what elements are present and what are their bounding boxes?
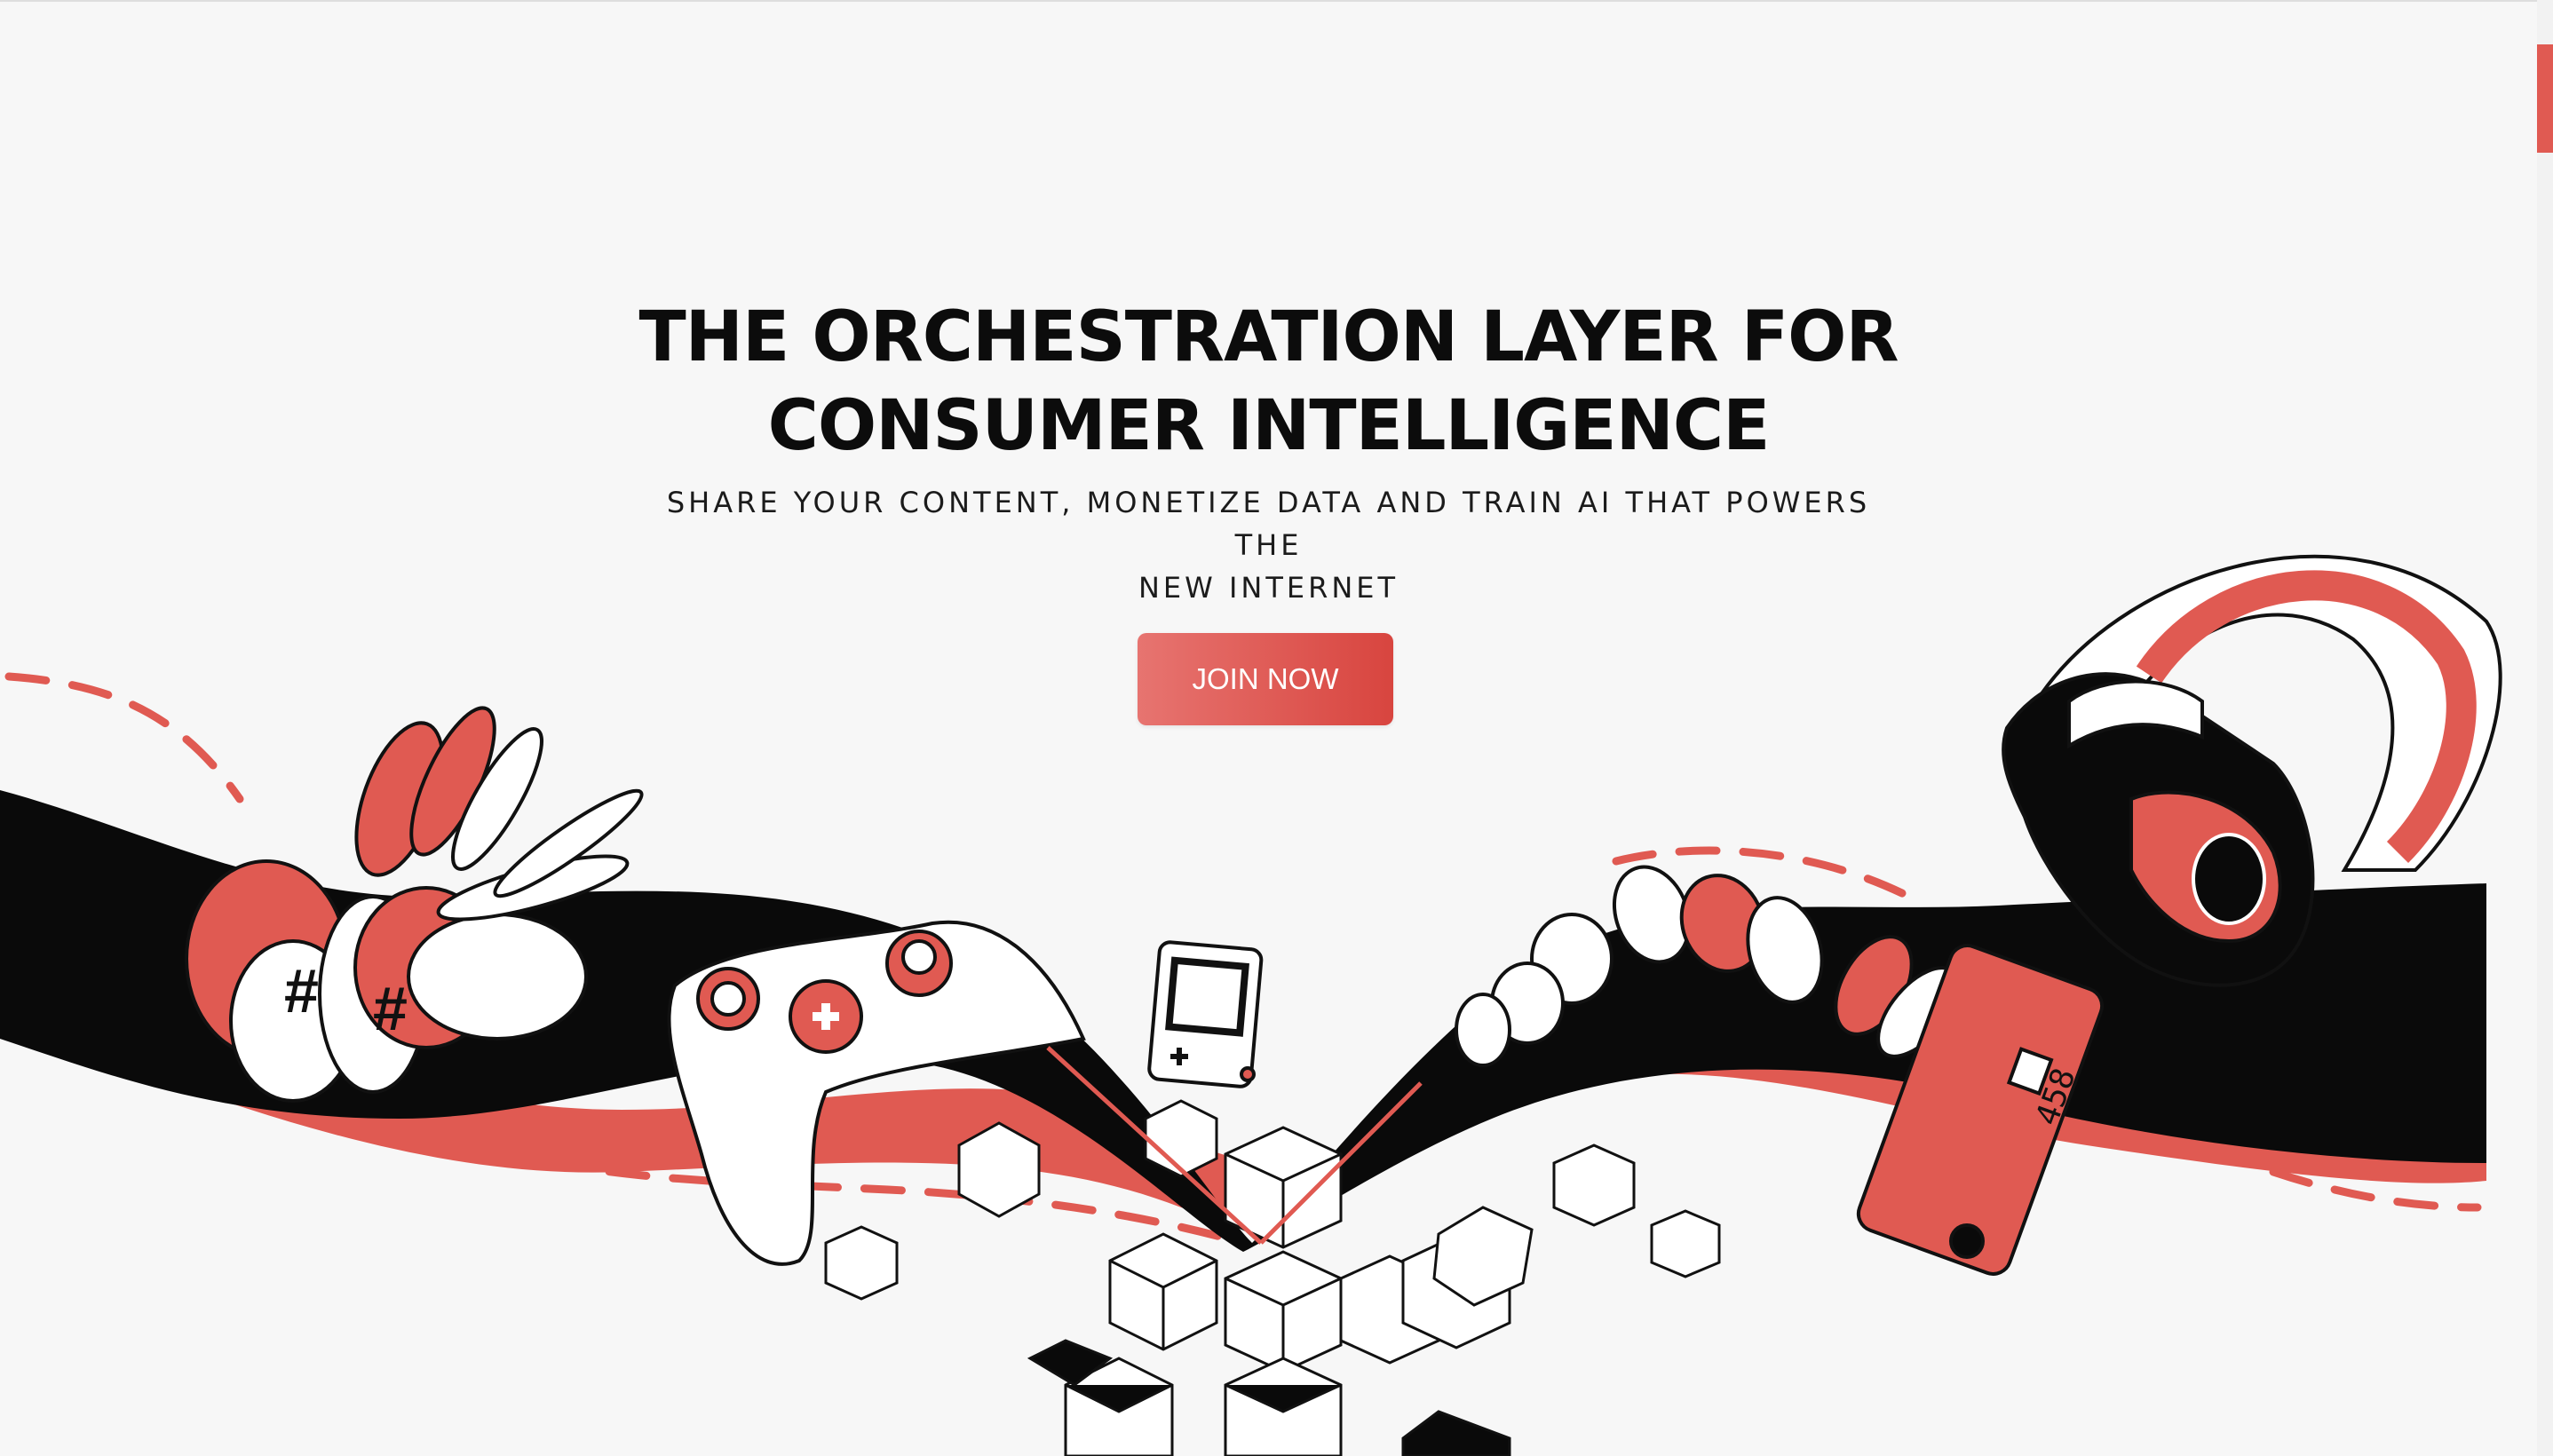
headline-line-1: THE ORCHESTRATION LAYER FOR [638,297,1899,377]
scrollbar-thumb[interactable] [2537,44,2553,153]
headline-line-2: CONSUMER INTELLIGENCE [767,386,1771,466]
data-cubes-icon [824,1099,1721,1456]
svg-text:#: # [373,974,408,1043]
page-title: THE ORCHESTRATION LAYER FOR CONSUMER INT… [603,293,1935,471]
handheld-console-icon [1147,940,1264,1088]
top-border [0,0,2553,2]
svg-text:#: # [284,956,319,1025]
scrollbar-track[interactable] [2537,0,2553,1456]
hero-illustration: # # 458 [0,554,2502,1456]
